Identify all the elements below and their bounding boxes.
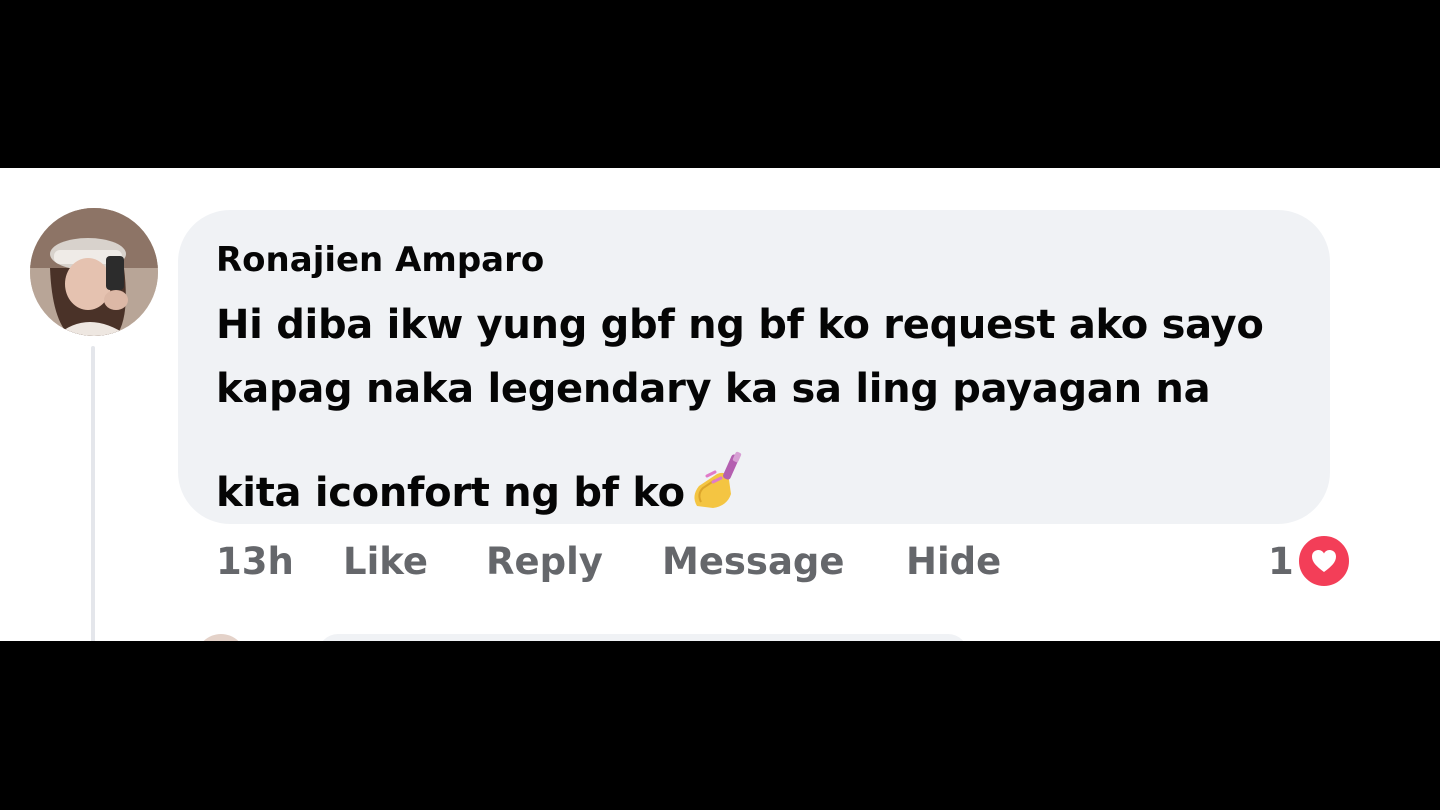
avatar-image bbox=[30, 208, 158, 336]
next-comment-bubble bbox=[318, 634, 968, 641]
reaction-summary[interactable]: 1 bbox=[1268, 533, 1352, 589]
reply-button[interactable]: Reply bbox=[486, 540, 603, 583]
comment-timestamp[interactable]: 13h bbox=[216, 540, 294, 583]
comment-text: kita iconfort ng bf ko bbox=[216, 470, 685, 516]
comment-bubble: Ronajien Amparo Hi diba ikw yung gbf ng … bbox=[178, 210, 1330, 524]
comment-text-line: kapag naka legendary ka sa ling payagan … bbox=[216, 366, 1211, 412]
next-comment-avatar bbox=[196, 634, 246, 641]
like-button[interactable]: Like bbox=[343, 540, 428, 583]
nail-polish-icon bbox=[687, 450, 749, 522]
video-frame: Ronajien Amparo Hi diba ikw yung gbf ng … bbox=[0, 0, 1440, 810]
comment-author[interactable]: Ronajien Amparo bbox=[216, 240, 544, 280]
comment-text-line-with-emoji: kita iconfort ng bf ko bbox=[216, 450, 749, 522]
comment-panel: Ronajien Amparo Hi diba ikw yung gbf ng … bbox=[0, 168, 1440, 641]
reaction-count: 1 bbox=[1268, 539, 1294, 583]
message-button[interactable]: Message bbox=[662, 540, 845, 583]
hide-button[interactable]: Hide bbox=[906, 540, 1001, 583]
heart-icon bbox=[1295, 533, 1352, 589]
reply-thread-line bbox=[91, 346, 95, 641]
comment-text-line: Hi diba ikw yung gbf ng bf ko request ak… bbox=[216, 302, 1264, 348]
avatar[interactable] bbox=[30, 208, 158, 336]
